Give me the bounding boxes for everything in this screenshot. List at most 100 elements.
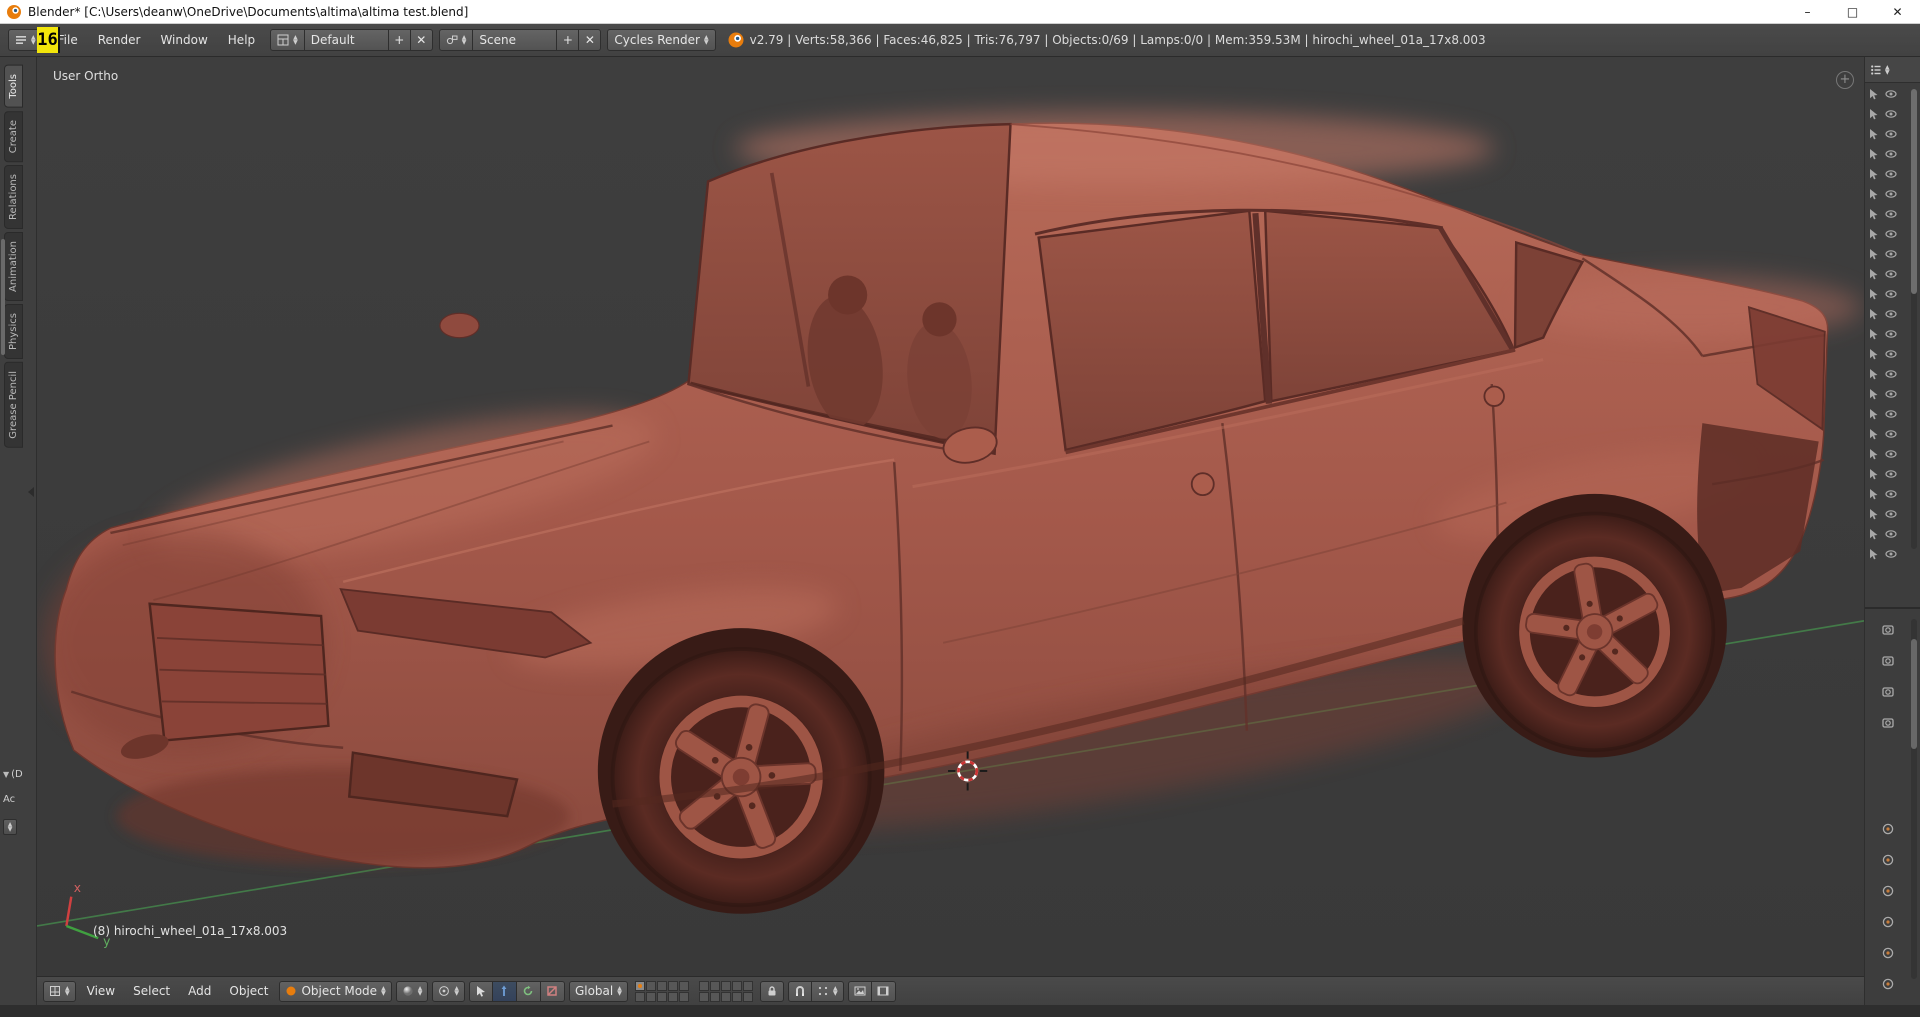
eye-icon[interactable] [1885,128,1897,140]
layer-cell[interactable] [646,992,656,1002]
screen-layout-name[interactable]: Default [305,29,389,51]
tab-relations[interactable]: Relations [4,165,23,229]
outliner-row[interactable] [1868,207,1897,220]
eye-icon[interactable] [1885,468,1897,480]
layer-cell[interactable] [710,992,720,1002]
unlink-layout-button[interactable]: ✕ [411,29,433,51]
eye-icon[interactable] [1885,108,1897,120]
maximize-button[interactable]: □ [1830,0,1875,23]
menu-object[interactable]: Object [222,980,275,1002]
properties-tab-icon[interactable] [1881,977,1895,991]
menu-add[interactable]: Add [181,980,218,1002]
viewport-shading-select[interactable]: ▲▼ [396,981,429,1002]
cursor-arrow-icon[interactable] [1868,148,1880,160]
eye-icon[interactable] [1885,388,1897,400]
eye-icon[interactable] [1885,428,1897,440]
properties-tab-icon[interactable] [1881,685,1895,699]
eye-icon[interactable] [1885,328,1897,340]
outliner-row[interactable] [1868,447,1897,460]
outliner-row[interactable] [1868,547,1897,560]
outliner-row[interactable] [1868,227,1897,240]
lock-to-scene-button[interactable] [760,981,784,1002]
tool-shelf-scrollbar[interactable] [1,239,5,355]
eye-icon[interactable] [1885,368,1897,380]
cursor-arrow-icon[interactable] [1868,268,1880,280]
cursor-arrow-icon[interactable] [1868,548,1880,560]
pivot-point-select[interactable]: ▲▼ [432,981,465,1002]
outliner-row[interactable] [1868,167,1897,180]
cursor-arrow-icon[interactable] [1868,248,1880,260]
properties-tab-icon[interactable] [1881,716,1895,730]
translate-manipulator-button[interactable] [493,981,517,1002]
eye-icon[interactable] [1885,228,1897,240]
outliner-row[interactable] [1868,307,1897,320]
snap-element-select[interactable]: ▲▼ [812,981,844,1002]
outliner-row[interactable] [1868,247,1897,260]
scene-name[interactable]: Scene [473,29,557,51]
eye-icon[interactable] [1885,88,1897,100]
outliner-row[interactable] [1868,367,1897,380]
outliner-row[interactable] [1868,187,1897,200]
cursor-arrow-icon[interactable] [1868,168,1880,180]
layer-cell[interactable] [743,981,753,991]
eye-icon[interactable] [1885,268,1897,280]
layer-cell[interactable] [668,992,678,1002]
opengl-render-button[interactable] [848,981,872,1002]
properties-tab-icon[interactable] [1881,946,1895,960]
eye-icon[interactable] [1885,548,1897,560]
cursor-arrow-icon[interactable] [1868,448,1880,460]
layer-cell[interactable] [668,981,678,991]
eye-icon[interactable] [1885,508,1897,520]
layer-cell[interactable] [646,981,656,991]
layer-cell[interactable] [710,981,720,991]
cursor-arrow-icon[interactable] [1868,228,1880,240]
cursor-arrow-icon[interactable] [1868,388,1880,400]
layer-cell[interactable] [635,981,645,991]
expand-region-icon[interactable]: + [1836,71,1854,89]
panel-expand-icon[interactable]: ▼ [3,770,9,779]
layer-cell[interactable] [699,981,709,991]
menu-window[interactable]: Window [151,29,216,51]
properties-tab-icon[interactable] [1881,884,1895,898]
eye-icon[interactable] [1885,168,1897,180]
outliner-row[interactable] [1868,147,1897,160]
cursor-arrow-icon[interactable] [1868,308,1880,320]
tab-grease-pencil[interactable]: Grease Pencil [4,362,23,448]
cursor-arrow-icon[interactable] [1868,108,1880,120]
cursor-arrow-icon[interactable] [1868,528,1880,540]
cursor-arrow-icon[interactable] [1868,348,1880,360]
tab-tools[interactable]: Tools [4,65,23,108]
outliner-header[interactable]: ▲▼ [1865,57,1920,83]
scale-manipulator-button[interactable] [541,981,565,1002]
menu-help[interactable]: Help [219,29,264,51]
outliner-row[interactable] [1868,407,1897,420]
outliner-row[interactable] [1868,487,1897,500]
properties-scrollbar[interactable] [1911,619,1917,979]
cursor-arrow-icon[interactable] [1868,428,1880,440]
properties-tab-icon[interactable] [1881,623,1895,637]
layer-cell[interactable] [699,992,709,1002]
layer-cell[interactable] [732,981,742,991]
layer-cell[interactable] [721,981,731,991]
eye-icon[interactable] [1885,188,1897,200]
eye-icon[interactable] [1885,248,1897,260]
rotate-manipulator-button[interactable] [517,981,541,1002]
layer-cell[interactable] [635,992,645,1002]
collapse-arrow-icon[interactable] [28,487,34,497]
outliner-row[interactable] [1868,127,1897,140]
cursor-arrow-icon[interactable] [1868,208,1880,220]
properties-tab-icon[interactable] [1881,853,1895,867]
cursor-arrow-icon[interactable] [1868,88,1880,100]
eye-icon[interactable] [1885,308,1897,320]
eye-icon[interactable] [1885,348,1897,360]
outliner-row[interactable] [1868,387,1897,400]
outliner-row[interactable] [1868,467,1897,480]
tab-physics[interactable]: Physics [4,304,23,359]
eye-icon[interactable] [1885,208,1897,220]
layer-cell[interactable] [657,992,667,1002]
eye-icon[interactable] [1885,148,1897,160]
menu-view[interactable]: View [80,980,122,1002]
cursor-arrow-icon[interactable] [1868,508,1880,520]
properties-tab-icon[interactable] [1881,915,1895,929]
outliner-row[interactable] [1868,507,1897,520]
